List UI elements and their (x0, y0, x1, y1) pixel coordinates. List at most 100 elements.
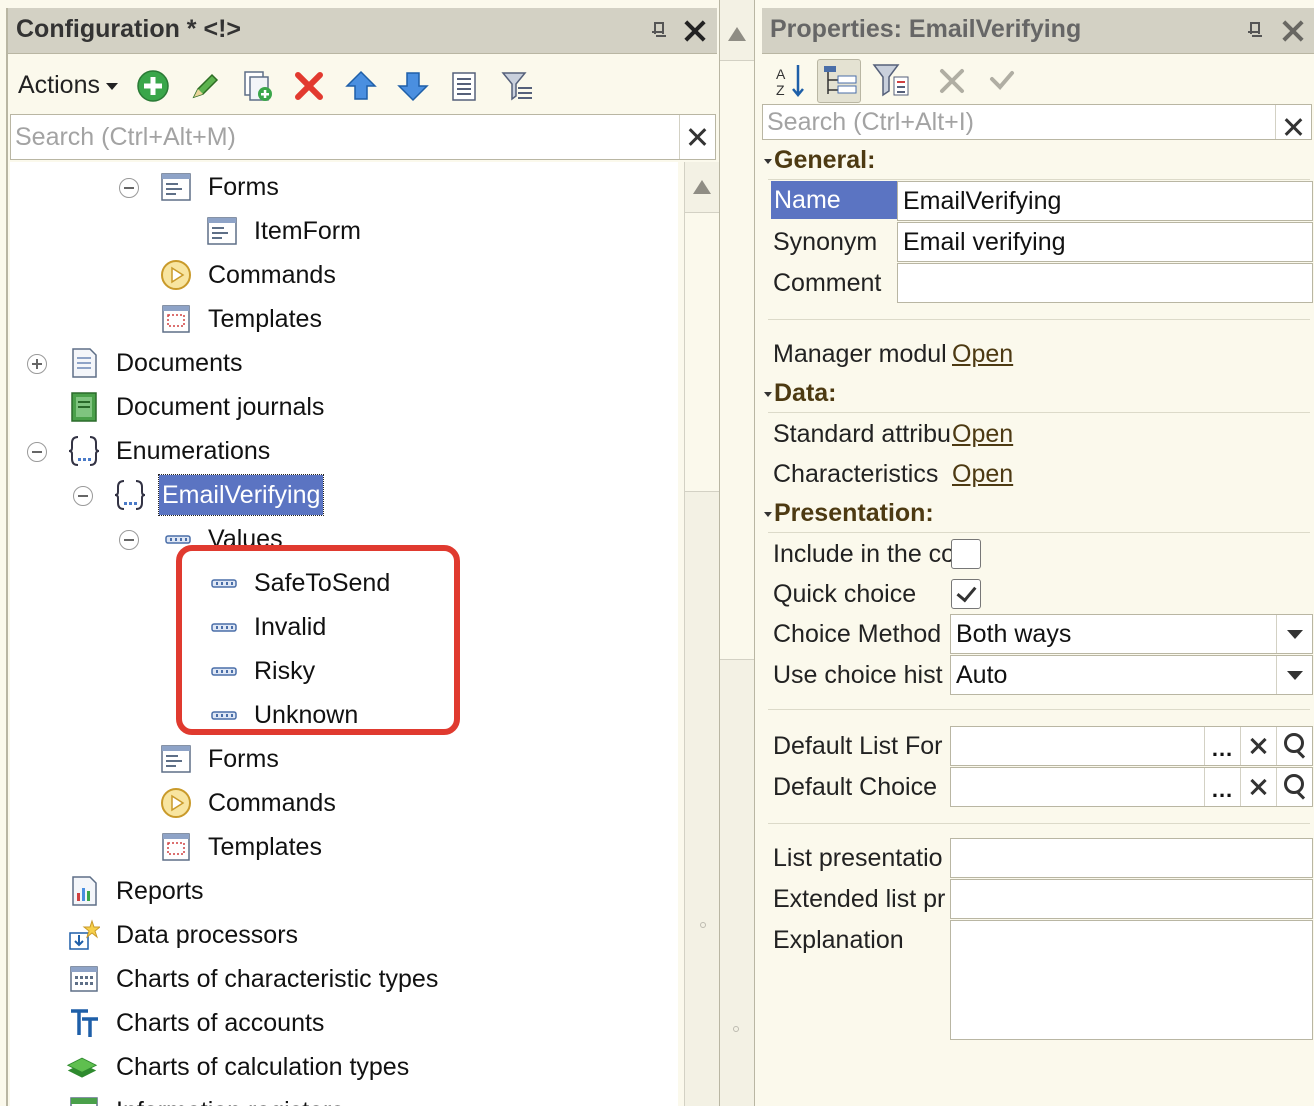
close-icon[interactable] (682, 18, 708, 44)
sort-az-icon[interactable]: AZ (770, 59, 814, 103)
collapse-section-icon (764, 158, 772, 164)
tree-node-label: ItemForm (254, 217, 361, 245)
divider (768, 532, 1310, 533)
template-icon (162, 305, 190, 333)
clear-icon[interactable] (1240, 768, 1276, 806)
pin-icon[interactable] (652, 22, 664, 38)
prop-name-label: Name (771, 181, 897, 219)
tree-node-charts-of-accounts[interactable]: Charts of accounts (10, 1001, 670, 1045)
open-icon[interactable] (1276, 768, 1312, 806)
synonym-field[interactable]: Email verifying (897, 222, 1313, 262)
delete-icon[interactable] (292, 69, 326, 103)
list-icon[interactable] (448, 69, 482, 103)
tree-node-itemform[interactable]: ItemForm (10, 209, 670, 253)
tree-node-information-registers[interactable]: Information registers (10, 1089, 670, 1106)
prop-include-label: Include in the co (773, 540, 951, 568)
tree-node-charts-of-calculation-types[interactable]: Charts of calculation types (10, 1045, 670, 1089)
default-choice-form-field[interactable]: ... (950, 767, 1313, 807)
tree-node-forms[interactable]: Forms (10, 737, 670, 781)
tree-node-document-journals[interactable]: Document journals (10, 385, 670, 429)
collapse-section-icon (764, 391, 772, 397)
quick-choice-checkbox[interactable] (951, 579, 981, 609)
use-choice-history-select[interactable]: Auto (950, 655, 1313, 695)
prop-list-presentation-label: List presentatio (773, 844, 943, 872)
pin-icon[interactable] (1248, 22, 1260, 38)
prop-default-list-form-label: Default List For (773, 732, 943, 760)
scrollbar-thumb[interactable] (720, 60, 754, 660)
properties-search-input[interactable] (767, 106, 1261, 138)
scrollbar-thumb[interactable] (685, 212, 721, 492)
close-icon[interactable] (1280, 18, 1306, 44)
manager-module-open-link[interactable]: Open (952, 340, 1013, 369)
tree-node-label: Reports (116, 877, 204, 905)
collapse-icon[interactable] (73, 486, 93, 506)
collapse-icon[interactable] (27, 442, 47, 462)
explanation-field[interactable] (950, 920, 1313, 1040)
clear-icon[interactable] (1240, 727, 1276, 765)
clear-search-icon[interactable] (679, 115, 715, 159)
open-icon[interactable] (1276, 727, 1312, 765)
tree-node-data-processors[interactable]: Data processors (10, 913, 670, 957)
move-down-icon[interactable] (396, 69, 430, 103)
configuration-search-input[interactable] (15, 117, 649, 157)
chevron-down-icon[interactable] (1276, 656, 1312, 694)
section-general[interactable]: General: (764, 146, 875, 175)
characteristics-open-link[interactable]: Open (952, 460, 1013, 489)
tree-scrollbar[interactable] (684, 162, 721, 1106)
select-button[interactable]: ... (1204, 727, 1240, 765)
confirm-icon[interactable] (980, 59, 1024, 103)
chevron-down-icon[interactable] (1276, 615, 1312, 653)
tree-node-charts-of-characteristic-types[interactable]: Charts of characteristic types (10, 957, 670, 1001)
tree-node-label: Data processors (116, 921, 299, 949)
tree-node-documents[interactable]: Documents (10, 341, 670, 385)
collapse-icon[interactable] (119, 530, 139, 550)
default-list-form-field[interactable]: ... (950, 726, 1313, 766)
choice-method-select[interactable]: Both ways (950, 614, 1313, 654)
extended-list-presentation-field[interactable] (950, 879, 1313, 919)
tree-view-icon[interactable] (817, 59, 861, 103)
template-icon (162, 833, 190, 861)
clear-search-icon[interactable] (1275, 105, 1311, 139)
divider (768, 319, 1310, 320)
scroll-up-icon[interactable] (693, 180, 711, 194)
cancel-icon[interactable] (930, 59, 974, 103)
tree-node-enumerations[interactable]: Enumerations (10, 429, 670, 473)
section-data[interactable]: Data: (764, 379, 837, 408)
tree-node-emailverifying[interactable]: EmailVerifying (10, 473, 670, 517)
filter-icon[interactable] (500, 69, 534, 103)
standard-attributes-open-link[interactable]: Open (952, 420, 1013, 449)
tree-node-label: Charts of characteristic types (116, 965, 439, 993)
list-presentation-field[interactable] (950, 838, 1313, 878)
move-up-icon[interactable] (344, 69, 378, 103)
tree-node-templates[interactable]: Templates (10, 825, 670, 869)
select-button[interactable]: ... (1204, 768, 1240, 806)
actions-menu[interactable]: Actions (18, 71, 118, 100)
configuration-search[interactable] (10, 114, 716, 160)
tree-node-label: Forms (208, 745, 279, 773)
tree-node-reports[interactable]: Reports (10, 869, 670, 913)
tree-node-commands[interactable]: Commands (10, 253, 670, 297)
comment-field[interactable] (897, 263, 1313, 303)
tree-node-templates[interactable]: Templates (10, 297, 670, 341)
collapse-icon[interactable] (119, 178, 139, 198)
chart-of-calculation-types-icon (66, 1057, 98, 1078)
panel-splitter-scrollbar[interactable] (719, 0, 755, 1106)
filter-properties-icon[interactable] (870, 59, 914, 103)
tree-node-label: Commands (208, 789, 336, 817)
name-field[interactable]: EmailVerifying (897, 181, 1313, 221)
prop-extended-list-presentation-label: Extended list pr (773, 885, 946, 913)
include-in-command-interface-checkbox[interactable] (951, 539, 981, 569)
expand-icon[interactable] (27, 354, 47, 374)
section-presentation[interactable]: Presentation: (764, 499, 934, 528)
edit-icon[interactable] (188, 69, 222, 103)
tree-node-commands[interactable]: Commands (10, 781, 670, 825)
collapse-section-icon (764, 511, 772, 517)
copy-icon[interactable] (240, 69, 274, 103)
tree-node-forms[interactable]: Forms (10, 165, 670, 209)
divider (768, 709, 1310, 710)
properties-search[interactable] (762, 104, 1312, 140)
scroll-up-icon[interactable] (728, 27, 746, 41)
report-icon (72, 876, 97, 906)
add-icon[interactable] (136, 69, 170, 103)
tree-node-label: Commands (208, 261, 336, 289)
